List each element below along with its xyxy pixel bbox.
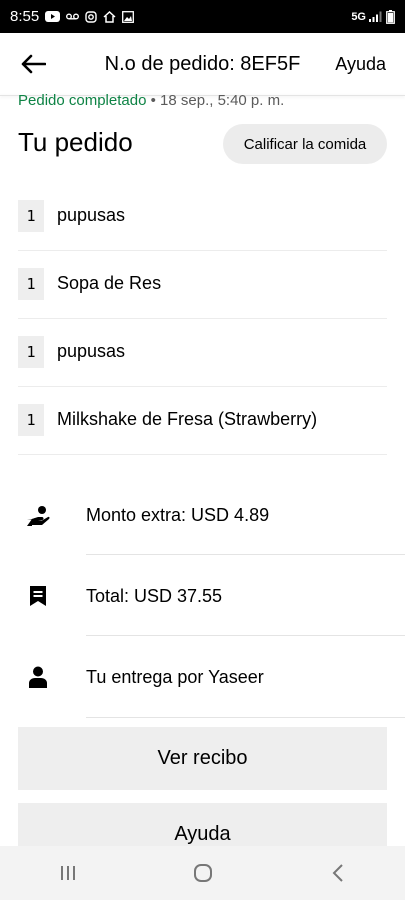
item-name: pupusas — [57, 205, 126, 225]
youtube-icon — [45, 11, 61, 22]
list-item: 1 pupusas — [18, 319, 387, 387]
item-name: Sopa de Res — [57, 273, 162, 293]
voicemail-icon — [66, 13, 80, 20]
status-bar: 8:55 5G — [0, 0, 405, 33]
receipt-icon — [26, 584, 50, 608]
item-name: Milkshake de Fresa (Strawberry) — [57, 409, 318, 429]
recents-icon — [60, 866, 75, 880]
item-quantity: 1 — [18, 267, 44, 300]
tip-row: Monto extra: USD 4.89 — [0, 475, 405, 555]
status-left: 8:55 — [10, 8, 135, 25]
status-time: 8:55 — [10, 8, 40, 25]
person-icon — [26, 665, 50, 689]
order-status: Pedido completado — [18, 92, 147, 109]
system-nav-bar — [0, 846, 405, 900]
network-type: 5G — [351, 10, 366, 23]
home-icon — [193, 864, 212, 882]
view-receipt-button[interactable]: Ver recibo — [18, 727, 387, 790]
recents-button[interactable] — [38, 853, 98, 893]
battery-icon — [386, 9, 395, 24]
order-status-line: Pedido completado • 18 sep., 5:40 p. m. — [18, 92, 284, 109]
header: N.o de pedido: 8EF5F Ayuda — [0, 33, 405, 95]
item-name: pupusas — [57, 341, 126, 361]
item-quantity: 1 — [18, 403, 44, 436]
home-button[interactable] — [173, 853, 233, 893]
back-button[interactable] — [18, 49, 48, 79]
item-quantity: 1 — [18, 335, 44, 368]
divider — [86, 717, 405, 718]
hand-coin-icon — [26, 504, 50, 528]
order-date: 18 sep., 5:40 p. m. — [160, 92, 285, 109]
back-nav-button[interactable] — [308, 853, 368, 893]
signal-icon — [369, 11, 382, 22]
rate-food-button[interactable]: Calificar la comida — [223, 124, 387, 164]
tip-amount: Monto extra: USD 4.89 — [86, 505, 270, 525]
image-icon — [122, 10, 135, 23]
total-row: Total: USD 37.55 — [0, 555, 405, 636]
order-total: Total: USD 37.55 — [86, 586, 223, 606]
courier-name: Tu entrega por Yaseer — [86, 667, 264, 687]
list-item: 1 pupusas — [18, 183, 387, 251]
help-link[interactable]: Ayuda — [335, 54, 386, 75]
status-right: 5G — [351, 9, 395, 24]
courier-row: Tu entrega por Yaseer — [0, 636, 405, 718]
arrow-left-icon — [21, 54, 46, 74]
instagram-icon — [85, 10, 97, 23]
chevron-left-icon — [332, 864, 343, 882]
list-item: 1 Sopa de Res — [18, 251, 387, 319]
item-quantity: 1 — [18, 199, 44, 232]
status-separator: • — [146, 92, 161, 109]
list-item: 1 Milkshake de Fresa (Strawberry) — [18, 387, 387, 455]
home-app-icon — [103, 10, 116, 23]
order-heading: Tu pedido — [18, 127, 133, 157]
order-items-list: 1 pupusas 1 Sopa de Res 1 pupusas 1 Milk… — [18, 183, 387, 455]
